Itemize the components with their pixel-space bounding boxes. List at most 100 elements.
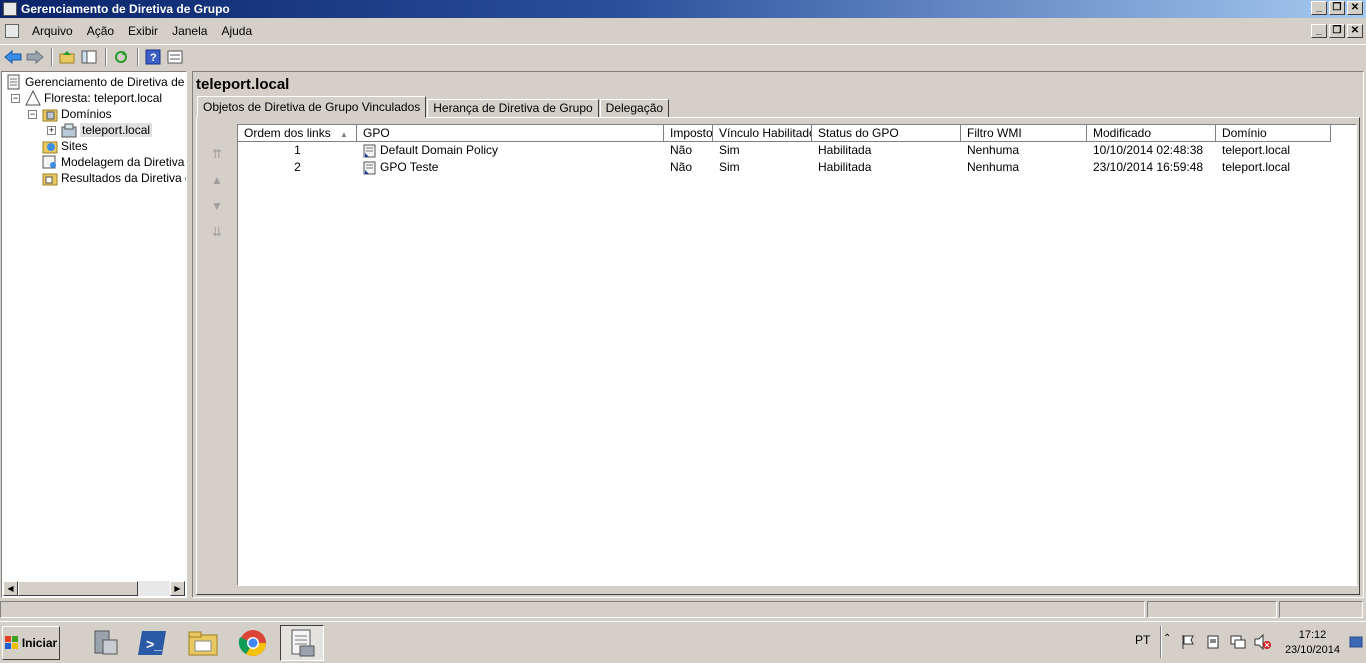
console-tree: Gerenciamento de Diretiva de Grupo − Flo… [1,71,187,598]
tree-item-forest[interactable]: − Floresta: teleport.local [11,89,162,106]
close-button[interactable]: ✕ [1347,1,1363,15]
show-desktop-icon[interactable] [1349,636,1363,651]
tree-item-sites[interactable]: Sites [42,138,88,154]
mdi-restore-button[interactable]: ❐ [1329,24,1345,38]
cell-link-enabled: Sim [719,143,740,157]
scroll-left-icon[interactable]: ◀ [3,581,18,596]
move-up-icon[interactable]: ▲ [207,170,227,190]
expand-toggle[interactable]: + [47,125,56,135]
tree-item-root[interactable]: Gerenciamento de Diretiva de Grupo [6,74,186,90]
forest-icon [25,89,41,106]
help-icon[interactable]: ? [143,47,163,67]
windows-logo-icon [4,636,19,650]
taskbar: Iniciar >_ PT ⌃ 17:12 23/10/2014 [0,621,1366,663]
cell-wmi-filter: Nenhuma [967,160,1020,174]
mdi-minimize-button[interactable]: _ [1311,24,1327,38]
tree-item-teleport-local[interactable]: + teleport.local [47,122,153,138]
start-button[interactable]: Iniciar [2,626,60,660]
cell-modified: 10/10/2014 02:48:38 [1093,143,1204,157]
list-header: Ordem dos links ▲ GPO Imposto Vínculo Ha… [238,125,1331,142]
domains-folder-icon [42,106,58,122]
results-folder-icon [42,170,58,186]
cell-status: Habilitada [818,160,872,174]
up-folder-icon[interactable] [57,47,77,67]
column-header-imposto[interactable]: Imposto [664,125,713,142]
explorer-folder-icon[interactable] [181,625,225,661]
tab-delegation[interactable]: Delegação [599,99,670,118]
column-header-link-enabled[interactable]: Vínculo Habilitado [713,125,812,142]
scroll-track[interactable] [138,581,170,596]
refresh-icon[interactable] [111,47,131,67]
column-header-domain[interactable]: Domínio [1216,125,1331,142]
menu-exibir[interactable]: Exibir [121,24,165,38]
tab-inheritance[interactable]: Herança de Diretiva de Grupo [427,99,599,118]
cell-enforced: Não [670,143,693,157]
tree-horizontal-scrollbar[interactable]: ◀ ▶ [3,581,185,596]
tab-linked-gpos[interactable]: Objetos de Diretiva de Grupo Vinculados [197,96,427,118]
tree-item-results[interactable]: Resultados da Diretiva de Grupo [42,170,186,186]
cell-domain: teleport.local [1222,160,1291,174]
menu-ajuda[interactable]: Ajuda [214,24,259,38]
cell-gpo: Default Domain Policy [357,142,664,159]
restore-button[interactable]: ❐ [1329,1,1345,15]
app-icon [3,2,17,16]
gpmc-taskbar-icon[interactable] [280,625,324,661]
gpo-link-icon [363,144,377,158]
page-title: teleport.local [196,76,290,93]
scroll-thumb[interactable] [18,581,138,596]
show-hide-tree-icon[interactable] [79,47,99,67]
network-adapter-icon[interactable] [1205,634,1221,653]
action-center-flag-icon[interactable] [1181,634,1195,653]
move-to-top-icon[interactable]: ⇈ [207,144,227,164]
volume-muted-icon[interactable] [1253,633,1271,653]
show-hidden-icons-icon[interactable]: ⌃ [1163,633,1171,644]
forward-arrow-icon[interactable] [25,47,45,67]
collapse-toggle[interactable]: − [28,109,37,119]
menu-arquivo[interactable]: Arquivo [25,24,80,38]
table-row[interactable]: 2 GPO Teste Não Sim Habilitada Nenhuma 2… [238,159,1331,176]
mdi-close-button[interactable]: ✕ [1347,24,1363,38]
back-arrow-icon[interactable] [3,47,23,67]
server-manager-icon[interactable] [82,625,126,661]
column-label: Ordem dos links [244,126,331,140]
table-row[interactable]: 1 Default Domain Policy Não Sim Habilita… [238,142,1331,159]
start-label: Iniciar [21,636,58,650]
menu-acao[interactable]: Ação [80,24,121,38]
gpo-name: GPO Teste [380,160,439,174]
tree-item-domains[interactable]: − Domínios [28,106,112,122]
status-panel-main [0,601,1145,618]
tray-separator [1160,626,1162,658]
properties-icon[interactable] [165,47,185,67]
collapse-toggle[interactable]: − [11,93,20,103]
cell-link-enabled: Sim [719,160,740,174]
mdi-controls: _ ❐ ✕ [1311,24,1363,38]
chrome-icon[interactable] [231,625,275,661]
details-pane: teleport.local Objetos de Diretiva de Gr… [192,71,1364,598]
column-header-wmi-filter[interactable]: Filtro WMI [961,125,1087,142]
clock-date: 23/10/2014 [1284,644,1340,656]
move-to-bottom-icon[interactable]: ⇊ [207,222,227,242]
minimize-button[interactable]: _ [1311,1,1327,15]
scroll-right-icon[interactable]: ▶ [170,581,185,596]
column-header-modified[interactable]: Modificado [1087,125,1216,142]
column-header-order[interactable]: Ordem dos links ▲ [238,125,357,142]
powershell-icon[interactable]: >_ [131,625,175,661]
column-header-gpo[interactable]: GPO [357,125,664,142]
tree-item-label: Resultados da Diretiva de Grupo [61,171,186,185]
status-panel [1147,601,1277,618]
clock[interactable]: 17:12 23/10/2014 [1285,628,1340,658]
language-indicator[interactable]: PT [1135,633,1150,647]
system-tray: PT ⌃ 17:12 23/10/2014 [1125,622,1366,663]
tree-item-label: Modelagem da Diretiva de Grupo [61,155,186,169]
svg-text:?: ? [150,52,157,64]
document-icon[interactable] [5,24,19,38]
move-down-icon[interactable]: ▼ [207,196,227,216]
network-icon[interactable] [1229,634,1247,653]
gpo-link-icon [363,161,377,175]
column-header-status[interactable]: Status do GPO [812,125,961,142]
link-order-buttons: ⇈ ▲ ▼ ⇊ [207,144,231,248]
linked-gpo-list: Ordem dos links ▲ GPO Imposto Vínculo Ha… [237,124,1357,586]
tree-item-modeling[interactable]: Modelagem da Diretiva de Grupo [42,154,186,170]
menu-janela[interactable]: Janela [165,24,214,38]
cell-gpo: GPO Teste [357,159,664,176]
